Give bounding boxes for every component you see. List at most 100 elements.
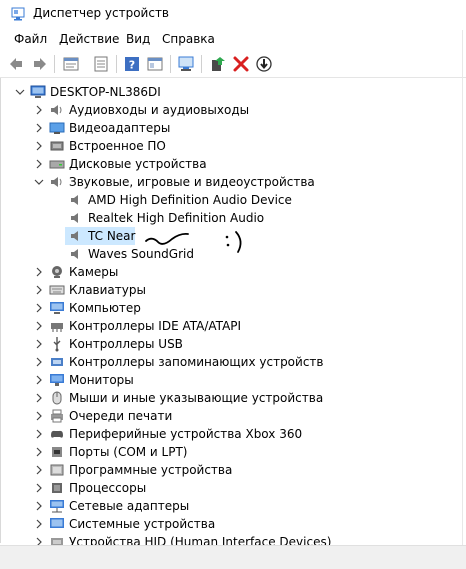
help-icon[interactable]: ? [123, 55, 141, 73]
ide-controller-icon [51, 323, 63, 332]
tree-root-label: DESKTOP-NL386DI [50, 85, 161, 99]
category-label: Системные устройства [69, 517, 216, 531]
chevron-right-icon[interactable] [33, 122, 45, 134]
category-storage-controllers[interactable]: Контроллеры запоминающих устройств [1, 353, 466, 371]
chevron-right-icon[interactable] [33, 140, 45, 152]
category-xbox-peripherals[interactable]: Периферийные устройства Xbox 360 [1, 425, 466, 443]
chevron-right-icon[interactable] [33, 500, 45, 512]
category-label: Программные устройства [69, 463, 233, 477]
category-ide-controllers[interactable]: Контроллеры IDE ATA/ATAPI [1, 317, 466, 335]
chevron-right-icon[interactable] [33, 446, 45, 458]
chevron-right-icon[interactable] [33, 410, 45, 422]
toolbar-separator [201, 55, 202, 73]
category-cameras[interactable]: Камеры [1, 263, 466, 281]
disable-icon[interactable] [255, 55, 273, 73]
category-label: Аудиовходы и аудиовыходы [69, 103, 250, 117]
category-label: Порты (COM и LPT) [69, 445, 188, 459]
printer-icon [51, 409, 63, 423]
category-label: Звуковые, игровые и видеоустройства [69, 175, 315, 189]
tree-root[interactable]: DESKTOP-NL386DI [1, 83, 466, 101]
chevron-right-icon[interactable] [33, 104, 45, 116]
category-print-queues[interactable]: Очереди печати [1, 407, 466, 425]
properties-icon[interactable] [62, 55, 80, 73]
computer-root-icon [30, 85, 46, 98]
speaker-icon [71, 213, 78, 223]
device-waves-soundgrid[interactable]: Waves SoundGrid [1, 245, 466, 263]
device-label: AMD High Definition Audio Device [88, 193, 292, 207]
category-sound-devices[interactable]: Звуковые, игровые и видеоустройства [1, 173, 466, 191]
category-mice[interactable]: Мыши и иные указывающие устройства [1, 389, 466, 407]
chevron-right-icon[interactable] [33, 374, 45, 386]
chevron-right-icon[interactable] [33, 320, 45, 332]
category-display-adapters[interactable]: Видеоадаптеры [1, 119, 466, 137]
category-monitors[interactable]: Мониторы [1, 371, 466, 389]
update-driver-icon[interactable] [209, 55, 227, 73]
chevron-right-icon[interactable] [33, 392, 45, 404]
device-tc-near[interactable]: TC Near [1, 227, 466, 245]
device-label: TC Near [88, 229, 136, 243]
horizontal-scrollbar[interactable] [0, 545, 466, 569]
category-firmware[interactable]: Встроенное ПО [1, 137, 466, 155]
menu-help[interactable]: Справка [162, 32, 215, 46]
category-label: Контроллеры IDE ATA/ATAPI [69, 319, 242, 333]
chevron-right-icon[interactable] [33, 284, 45, 296]
gamepad-icon [51, 430, 63, 438]
disk-drive-icon [49, 160, 65, 169]
category-usb-controllers[interactable]: Контроллеры USB [1, 335, 466, 353]
chevron-down-icon[interactable] [14, 86, 26, 98]
menu-action[interactable]: Действие [59, 32, 119, 46]
software-device-icon [50, 464, 64, 476]
device-label: Realtek High Definition Audio [88, 211, 265, 225]
category-label: Компьютер [69, 301, 141, 315]
chevron-right-icon[interactable] [33, 356, 45, 368]
category-network-adapters[interactable]: Сетевые адаптеры [1, 497, 466, 515]
device-tree: DESKTOP-NL386DI Аудиовходы и аудиовыходы… [0, 78, 466, 549]
category-label: Мониторы [69, 373, 134, 387]
category-audio-io[interactable]: Аудиовходы и аудиовыходы [1, 101, 466, 119]
chevron-right-icon[interactable] [33, 302, 45, 314]
back-icon[interactable] [8, 55, 26, 73]
details-icon[interactable] [146, 55, 164, 73]
window-title: Диспетчер устройств [33, 6, 170, 20]
chevron-right-icon[interactable] [33, 482, 45, 494]
menu-file[interactable]: Файл [14, 32, 47, 46]
show-hide-icon[interactable] [92, 55, 110, 73]
category-label: Сетевые адаптеры [69, 499, 190, 513]
category-system-devices[interactable]: Системные устройства [1, 515, 466, 533]
category-computer[interactable]: Компьютер [1, 299, 466, 317]
category-keyboards[interactable]: Клавиатуры [1, 281, 466, 299]
device-amd-hd-audio[interactable]: AMD High Definition Audio Device [1, 191, 466, 209]
menu-bar: Файл Действие Вид Справка [0, 30, 466, 50]
chevron-right-icon[interactable] [33, 428, 45, 440]
firmware-icon [50, 141, 64, 151]
chevron-right-icon[interactable] [33, 158, 45, 170]
svg-text:?: ? [129, 59, 135, 72]
device-label: Waves SoundGrid [88, 247, 194, 261]
menu-view[interactable]: Вид [126, 32, 150, 46]
category-label: Клавиатуры [69, 283, 146, 297]
display-adapter-icon [49, 122, 65, 134]
system-device-icon [50, 518, 64, 528]
toolbar-separator [170, 55, 171, 73]
category-label: Видеоадаптеры [69, 121, 171, 135]
uninstall-icon[interactable] [232, 55, 250, 73]
mouse-icon [52, 391, 62, 405]
category-label: Контроллеры запоминающих устройств [69, 355, 324, 369]
category-processors[interactable]: Процессоры [1, 479, 466, 497]
device-realtek-hd-audio[interactable]: Realtek High Definition Audio [1, 209, 466, 227]
chevron-right-icon[interactable] [33, 338, 45, 350]
category-ports[interactable]: Порты (COM и LPT) [1, 443, 466, 461]
chevron-right-icon[interactable] [33, 464, 45, 476]
audio-io-icon [51, 105, 62, 115]
chevron-right-icon[interactable] [33, 266, 45, 278]
category-label: Контроллеры USB [69, 337, 183, 351]
network-adapter-icon [50, 500, 64, 513]
forward-icon[interactable] [30, 55, 48, 73]
keyboard-icon [49, 285, 65, 295]
category-disk-drives[interactable]: Дисковые устройства [1, 155, 466, 173]
scan-hardware-icon[interactable] [177, 55, 195, 73]
category-software-devices[interactable]: Программные устройства [1, 461, 466, 479]
monitor-icon [50, 374, 64, 386]
chevron-down-icon[interactable] [33, 176, 45, 188]
chevron-right-icon[interactable] [33, 518, 45, 530]
